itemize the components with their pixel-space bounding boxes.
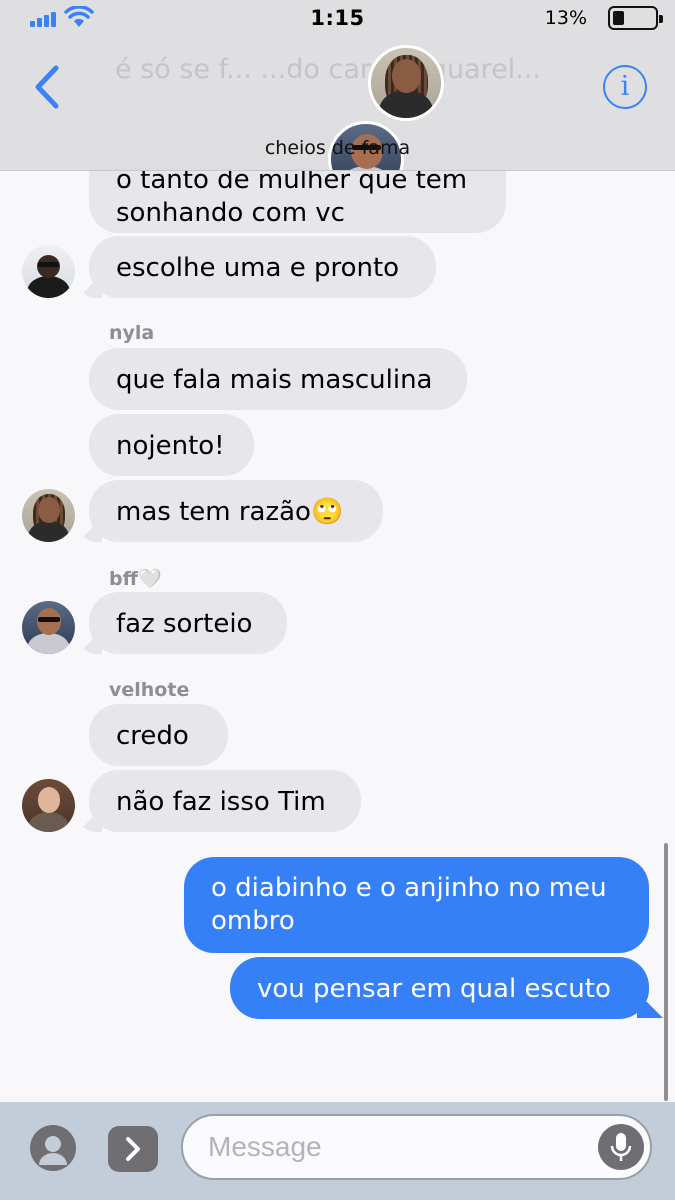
message-text: nojento! — [116, 431, 225, 461]
message-bubble[interactable]: credo — [89, 704, 228, 766]
apps-icon — [126, 1137, 140, 1161]
apps-button[interactable] — [108, 1126, 158, 1172]
message-bubble[interactable]: nojento! — [89, 414, 254, 476]
group-avatars[interactable] — [232, 45, 447, 170]
message-text: credo — [116, 721, 189, 751]
battery-level — [613, 11, 624, 25]
message-text: não faz isso Tim — [116, 787, 326, 817]
scroll-indicator[interactable] — [664, 843, 668, 1101]
message-bubble[interactable]: que fala mais masculina — [89, 348, 467, 410]
sender-name: nyla — [109, 322, 155, 344]
message-text: que fala mais masculina — [116, 365, 433, 395]
message-bubble[interactable]: mas tem razão🙄 — [89, 480, 383, 542]
message-bubble[interactable]: não faz isso Tim — [89, 770, 361, 832]
chevron-left-icon — [35, 65, 59, 109]
avatar — [368, 45, 444, 121]
message-text-line: ombro — [211, 906, 295, 936]
message-text: vou pensar em qual escuto — [257, 974, 611, 1004]
microphone-button[interactable] — [598, 1124, 644, 1170]
avatar[interactable] — [22, 601, 75, 654]
message-text-line: sonhando com vc — [116, 198, 345, 228]
microphone-icon — [610, 1133, 632, 1161]
sender-name: velhote — [109, 679, 190, 701]
camera-button[interactable] — [30, 1125, 76, 1171]
message-bubble-outgoing[interactable]: vou pensar em qual escuto — [230, 957, 649, 1019]
message-text: mas tem razão🙄 — [116, 497, 344, 527]
group-name[interactable]: cheios de fama — [0, 137, 675, 159]
avatar[interactable] — [22, 489, 75, 542]
battery-icon — [608, 6, 663, 30]
sender-name: bff🤍 — [109, 568, 162, 590]
camera-icon — [39, 1136, 67, 1165]
avatar[interactable] — [22, 779, 75, 832]
message-text: faz sorteio — [116, 609, 253, 639]
message-text: escolhe uma e pronto — [116, 253, 400, 283]
info-icon: i — [620, 71, 630, 102]
message-bubble-outgoing[interactable]: o diabinho e o anjinho no meu ombro — [184, 857, 649, 953]
avatar[interactable] — [22, 245, 75, 298]
compose-bar — [0, 1102, 675, 1200]
message-input[interactable] — [181, 1114, 652, 1180]
info-button[interactable]: i — [603, 65, 647, 109]
message-bubble[interactable]: faz sorteio — [89, 592, 287, 654]
message-bubble[interactable]: escolhe uma e pronto — [89, 236, 436, 298]
status-bar: 1:15 13% — [0, 0, 675, 40]
message-text-line: o diabinho e o anjinho no meu — [211, 873, 607, 903]
battery-percent: 13% — [544, 7, 587, 29]
back-button[interactable] — [28, 64, 68, 110]
